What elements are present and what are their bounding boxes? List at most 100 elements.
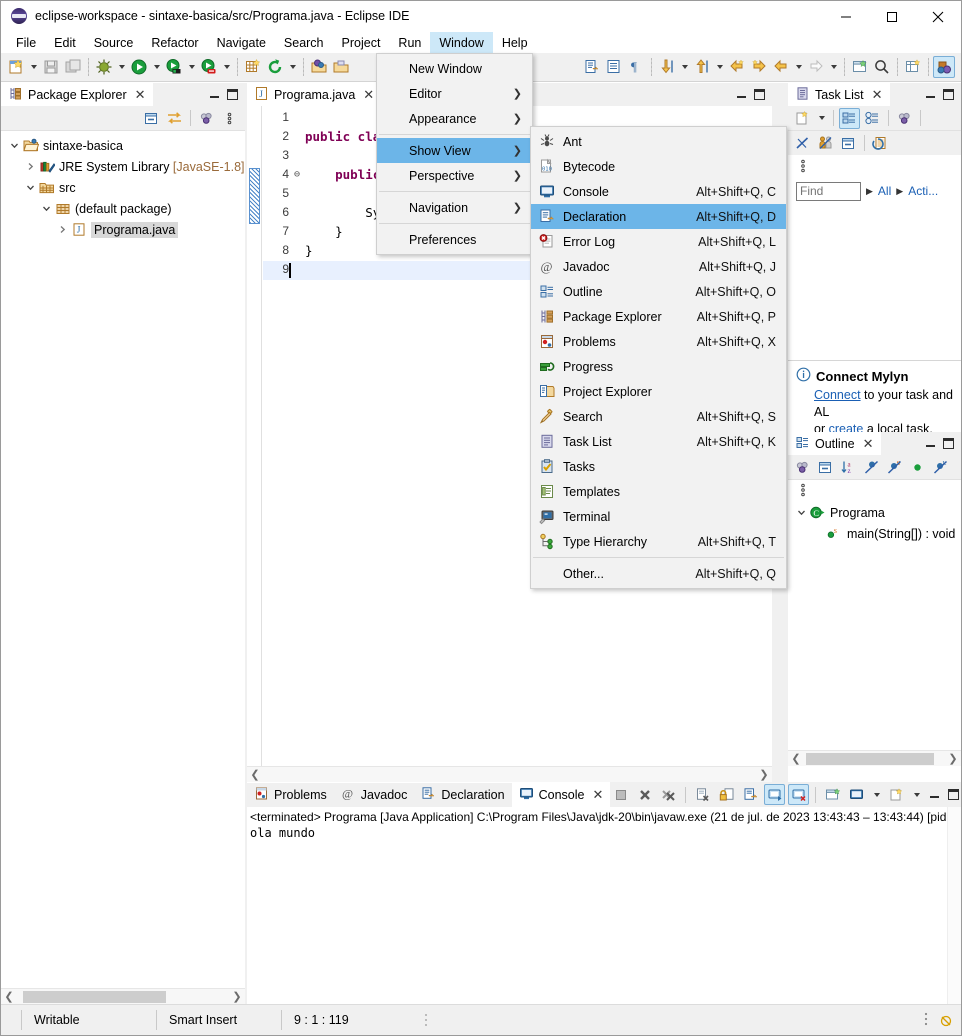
- view-menu-cluster-icon[interactable]: [196, 108, 217, 129]
- chevron-right-icon[interactable]: [23, 162, 38, 171]
- terminate-icon[interactable]: [610, 784, 631, 805]
- console-vscrollbar[interactable]: [947, 807, 961, 1004]
- outline-view-menu-icon[interactable]: [788, 480, 818, 500]
- show-view-item-declaration[interactable]: Declaration Alt+Shift+Q, D: [531, 204, 786, 229]
- minimize-view-button[interactable]: [206, 87, 222, 103]
- maximize-view-button[interactable]: [224, 87, 240, 103]
- focus-on-active-task-icon[interactable]: [792, 457, 813, 478]
- menu-file[interactable]: File: [7, 32, 45, 53]
- scroll-left-icon[interactable]: ❮: [788, 751, 804, 767]
- show-view-item-tasks[interactable]: Tasks: [531, 454, 786, 479]
- tree-row-project[interactable]: sintaxe-basica: [1, 135, 245, 156]
- search-icon[interactable]: [871, 56, 893, 78]
- sort-alphabetically-icon[interactable]: az: [838, 457, 859, 478]
- scroll-left-icon[interactable]: ❮: [1, 989, 17, 1005]
- minimize-view-button[interactable]: [922, 436, 938, 452]
- smart-mode-icon[interactable]: [919, 1011, 933, 1030]
- outline-tree-container[interactable]: C Programa S main(String[]) : void: [788, 500, 961, 748]
- save-icon[interactable]: [40, 56, 62, 78]
- run-icon[interactable]: [128, 56, 150, 78]
- show-view-item-console[interactable]: Console Alt+Shift+Q, C: [531, 179, 786, 204]
- filter-activate-link[interactable]: Acti...: [908, 184, 938, 198]
- collapse-all-icon[interactable]: [838, 133, 859, 154]
- left-splitter[interactable]: [245, 83, 247, 1004]
- show-view-item-task-list[interactable]: Task List Alt+Shift+Q, K: [531, 429, 786, 454]
- hide-static-members-icon[interactable]: S: [884, 457, 905, 478]
- menu-window[interactable]: Window: [430, 32, 493, 53]
- menu-item-preferences[interactable]: Preferences: [377, 227, 532, 252]
- menu-item-new-window[interactable]: New Window: [377, 56, 532, 81]
- scroll-thumb[interactable]: [806, 752, 934, 765]
- new-console-view-icon[interactable]: [886, 784, 907, 805]
- filter-all-link[interactable]: All: [878, 184, 891, 198]
- maximize-editor-button[interactable]: [751, 87, 767, 103]
- toggle-block-selection-icon[interactable]: [603, 56, 625, 78]
- console-output-area[interactable]: <terminated> Programa [Java Application]…: [247, 807, 947, 1004]
- show-view-item-project-explorer[interactable]: Project Explorer: [531, 379, 786, 404]
- java-perspective-icon[interactable]: [933, 56, 955, 78]
- pin-editor-icon[interactable]: [849, 56, 871, 78]
- menu-item-show-view[interactable]: Show View ❯: [377, 138, 532, 163]
- focus-on-workweek-icon[interactable]: [792, 133, 813, 154]
- collapse-all-icon[interactable]: [815, 457, 836, 478]
- previous-annotation-dropdown-icon[interactable]: [713, 56, 726, 78]
- menu-run[interactable]: Run: [389, 32, 430, 53]
- tree-row-jre-library[interactable]: JRE System Library [JavaSE-1.8]: [1, 156, 245, 177]
- outline-row-method[interactable]: S main(String[]) : void: [788, 523, 961, 544]
- close-icon[interactable]: ✕: [135, 87, 146, 103]
- menu-project[interactable]: Project: [333, 32, 390, 53]
- scroll-left-icon[interactable]: ❮: [247, 767, 263, 783]
- display-selected-console-dropdown-icon[interactable]: [846, 784, 867, 805]
- forward-navigation-icon[interactable]: [805, 56, 827, 78]
- clear-console-icon[interactable]: [692, 784, 713, 805]
- scroll-right-icon[interactable]: ❯: [945, 751, 961, 767]
- hide-local-types-icon[interactable]: L: [930, 457, 951, 478]
- menu-navigate[interactable]: Navigate: [208, 32, 275, 53]
- remove-all-launches-icon[interactable]: [658, 784, 679, 805]
- forward-dropdown-icon[interactable]: [827, 56, 840, 78]
- next-annotation-dropdown-icon[interactable]: [678, 56, 691, 78]
- previous-annotation-icon[interactable]: [691, 56, 713, 78]
- task-list-content[interactable]: [788, 204, 961, 360]
- open-declaration-icon[interactable]: [581, 56, 603, 78]
- show-view-item-problems[interactable]: Problems Alt+Shift+Q, X: [531, 329, 786, 354]
- debug-icon[interactable]: [93, 56, 115, 78]
- next-annotation-icon[interactable]: [656, 56, 678, 78]
- show-view-item-other[interactable]: Other... Alt+Shift+Q, Q: [531, 561, 786, 586]
- maximize-button[interactable]: [869, 1, 915, 32]
- categorized-presentation-icon[interactable]: [839, 107, 860, 129]
- next-edit-location-icon[interactable]: [748, 56, 770, 78]
- tree-row-programa-java[interactable]: J Programa.java: [1, 219, 245, 240]
- close-icon[interactable]: ✕: [872, 87, 883, 103]
- tab-package-explorer[interactable]: Package Explorer ✕: [1, 83, 153, 106]
- new-wizard-dropdown-icon[interactable]: [27, 56, 40, 78]
- show-view-item-search[interactable]: Search Alt+Shift+Q, S: [531, 404, 786, 429]
- show-console-when-output-icon[interactable]: [740, 784, 761, 805]
- scroll-lock-icon[interactable]: [716, 784, 737, 805]
- chevron-down-icon[interactable]: [23, 183, 38, 192]
- menu-item-editor[interactable]: Editor ❯: [377, 81, 532, 106]
- new-console-dropdown-icon[interactable]: [910, 784, 923, 806]
- restore-task-icon[interactable]: [870, 133, 891, 154]
- menu-edit[interactable]: Edit: [45, 32, 85, 53]
- pin-console-icon[interactable]: [764, 784, 786, 805]
- show-view-item-terminal[interactable]: Terminal: [531, 504, 786, 529]
- show-view-item-bytecode[interactable]: 010 Bytecode: [531, 154, 786, 179]
- show-whitespace-icon[interactable]: ¶: [625, 56, 647, 78]
- run-dropdown-icon[interactable]: [150, 56, 163, 78]
- hide-non-public-icon[interactable]: [907, 457, 928, 478]
- close-icon[interactable]: ✕: [592, 787, 603, 803]
- new-java-project-icon[interactable]: [242, 56, 264, 78]
- scroll-track[interactable]: [263, 767, 756, 783]
- minimize-button[interactable]: [823, 1, 869, 32]
- new-task-icon[interactable]: [792, 108, 813, 129]
- show-view-item-outline[interactable]: Outline Alt+Shift+Q, O: [531, 279, 786, 304]
- scroll-right-icon[interactable]: ❯: [756, 767, 772, 783]
- menu-source[interactable]: Source: [85, 32, 143, 53]
- show-view-item-type-hierarchy[interactable]: Type Hierarchy Alt+Shift+Q, T: [531, 529, 786, 554]
- chevron-down-icon[interactable]: [39, 204, 54, 213]
- refresh-dropdown-icon[interactable]: [286, 56, 299, 78]
- menu-refactor[interactable]: Refactor: [142, 32, 207, 53]
- open-task-icon[interactable]: [330, 56, 352, 78]
- minimize-view-button[interactable]: [922, 87, 938, 103]
